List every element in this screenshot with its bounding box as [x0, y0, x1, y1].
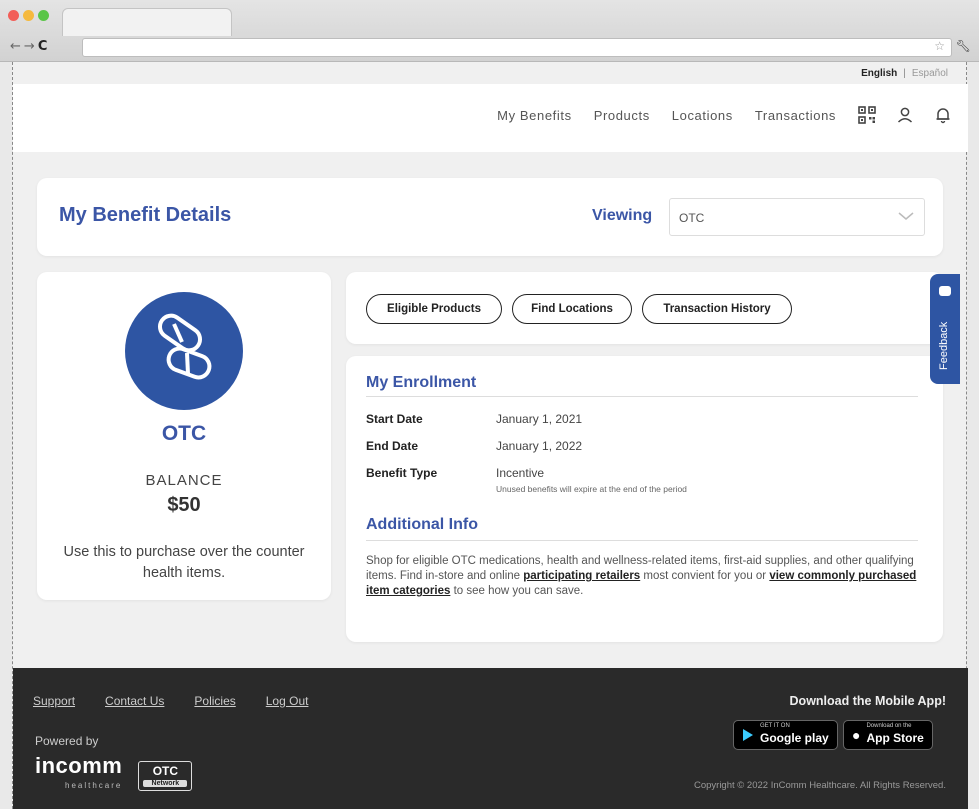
incomm-sub: healthcare [65, 781, 123, 790]
app-store-badge[interactable]: ● Download on the App Store [843, 720, 933, 750]
actions-card: Eligible Products Find Locations Transac… [346, 272, 943, 344]
app-store-label: App Store [866, 731, 924, 745]
benefit-description: Use this to purchase over the counter he… [63, 544, 305, 581]
copyright-text: Copyright © 2022 InComm Healthcare. All … [693, 780, 946, 791]
benefit-type-label: Benefit Type [366, 466, 438, 480]
chevron-down-icon [898, 212, 914, 220]
main-nav: My Benefits Products Locations Transacti… [497, 106, 952, 124]
section-divider [366, 540, 918, 541]
nav-products[interactable]: Products [594, 108, 650, 123]
eligible-products-button[interactable]: Eligible Products [366, 294, 502, 324]
feedback-label: Feedback [938, 321, 950, 370]
footer-link-support[interactable]: Support [33, 694, 75, 708]
benefit-name: OTC [161, 422, 207, 445]
apple-icon: ● [852, 727, 861, 743]
close-window-button[interactable] [8, 10, 19, 21]
user-profile-icon[interactable] [896, 106, 914, 124]
footer-link-policies[interactable]: Policies [194, 694, 235, 708]
start-date-value: January 1, 2021 [496, 412, 583, 426]
additional-info-text: Shop for eligible OTC medications, healt… [366, 554, 926, 599]
powered-by-label: Powered by [35, 734, 99, 748]
benefit-type-note: Unused benefits will expire at the end o… [496, 484, 687, 494]
browser-chrome: ←→C ☆ 🔧︎ [0, 0, 979, 62]
qr-code-icon[interactable] [858, 106, 876, 124]
end-date-value: January 1, 2022 [496, 439, 583, 453]
balance-amount: $50 [167, 494, 201, 516]
web-page: English | Español My Benefits Products Loc… [12, 62, 968, 809]
lang-separator: | [903, 68, 906, 79]
incomm-logo: incomm healthcare [35, 753, 123, 796]
bookmark-star-icon[interactable]: ☆ [934, 39, 945, 53]
minimize-window-button[interactable] [23, 10, 34, 21]
pills-icon [125, 292, 243, 410]
header-icons [858, 106, 952, 124]
otc-badge: OTC [152, 764, 179, 778]
play-store-icon [743, 729, 753, 741]
back-arrow-icon[interactable]: ← [10, 39, 24, 54]
balance-label: BALANCE [145, 472, 223, 489]
reload-icon[interactable]: C [38, 39, 48, 54]
benefit-type-value: Incentive [496, 466, 545, 480]
download-app-title: Download the Mobile App! [789, 694, 946, 708]
transaction-history-button[interactable]: Transaction History [642, 294, 792, 324]
nav-my-benefits[interactable]: My Benefits [497, 108, 572, 123]
notification-bell-icon[interactable] [934, 106, 952, 124]
additional-text-2: most convient for you or [640, 570, 770, 582]
additional-info-title: Additional Info [366, 516, 478, 533]
enrollment-title: My Enrollment [366, 374, 477, 391]
footer-links: Support Contact Us Policies Log Out [33, 694, 308, 708]
site-header: My Benefits Products Locations Transacti… [13, 84, 968, 152]
benefit-select[interactable]: OTC [669, 198, 925, 236]
language-switcher: English | Español [861, 68, 948, 79]
nav-locations[interactable]: Locations [672, 108, 733, 123]
page-title: My Benefit Details [59, 204, 232, 226]
additional-text-3: to see how you can save. [450, 585, 584, 597]
google-play-badge[interactable]: GET IT ON Google play [733, 720, 838, 750]
incomm-wordmark: incomm [35, 753, 123, 778]
find-locations-button[interactable]: Find Locations [512, 294, 632, 324]
brand-logos: incomm healthcare OTC Network [35, 753, 193, 796]
benefit-select-value: OTC [679, 211, 705, 225]
section-divider [366, 396, 918, 397]
speech-bubble-icon [939, 286, 951, 296]
browser-toolbar: ←→C ☆ 🔧︎ [0, 36, 979, 60]
participating-retailers-link[interactable]: participating retailers [523, 570, 640, 582]
lang-spanish[interactable]: Español [912, 68, 948, 79]
google-play-small: GET IT ON [760, 723, 790, 729]
benefit-summary-card: OTC BALANCE $50 Use this to purchase ove… [37, 272, 331, 600]
maximize-window-button[interactable] [38, 10, 49, 21]
window-controls [8, 10, 49, 21]
browser-tab[interactable] [62, 8, 232, 36]
viewing-label: Viewing [592, 207, 653, 224]
site-footer: Support Contact Us Policies Log Out Powe… [13, 668, 968, 809]
forward-arrow-icon[interactable]: → [24, 39, 38, 54]
lang-english[interactable]: English [861, 68, 897, 79]
otc-badge-sub: Network [143, 780, 188, 787]
app-store-small: Download on the [866, 723, 912, 729]
start-date-label: Start Date [366, 412, 423, 426]
footer-link-logout[interactable]: Log Out [266, 694, 309, 708]
nav-transactions[interactable]: Transactions [755, 108, 836, 123]
benefit-details-card: My Benefit Details Viewing OTC [37, 178, 943, 256]
feedback-tab[interactable]: Feedback [930, 274, 960, 384]
enrollment-card: My Enrollment Start Date January 1, 2021… [346, 356, 943, 642]
wrench-icon[interactable]: 🔧︎ [956, 39, 971, 53]
footer-link-contact[interactable]: Contact Us [105, 694, 164, 708]
end-date-label: End Date [366, 439, 419, 453]
browser-nav-buttons: ←→C [10, 39, 47, 54]
address-bar[interactable]: ☆ [82, 38, 952, 57]
otc-network-logo: OTC Network [138, 761, 193, 791]
google-play-label: Google play [760, 731, 829, 745]
